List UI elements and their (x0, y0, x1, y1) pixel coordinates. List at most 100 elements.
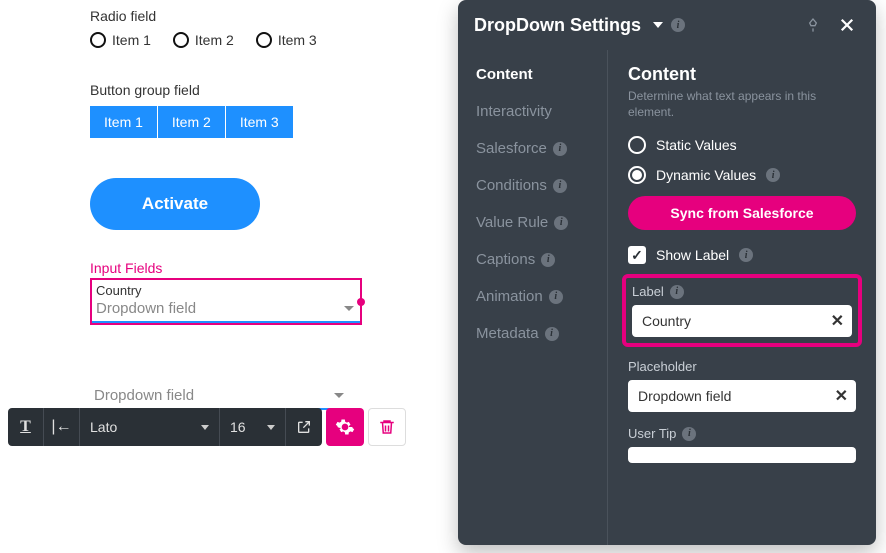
button-group: Item 1 Item 2 Item 3 (90, 106, 450, 138)
radio-circle-icon (173, 32, 189, 48)
canvas: Radio field Item 1 Item 2 Item 3 Button … (0, 0, 450, 410)
radio-circle-icon (256, 32, 272, 48)
tab-label: Value Rule (476, 214, 548, 231)
info-icon: i (541, 253, 555, 267)
editor-toolbar: T |← Lato 16 (8, 408, 406, 446)
show-label-checkbox-row[interactable]: ✓ Show Label i (628, 246, 856, 264)
text-mode-button[interactable]: T (8, 408, 44, 446)
tab-captions[interactable]: Captions i (476, 251, 607, 268)
info-icon[interactable]: i (739, 248, 753, 262)
info-icon: i (553, 142, 567, 156)
radio-checked-icon (628, 166, 646, 184)
radio-item-2[interactable]: Item 2 (173, 32, 234, 48)
activate-button[interactable]: Activate (90, 178, 260, 230)
pin-icon (805, 17, 821, 33)
placeholder-heading: Placeholder (628, 359, 856, 374)
button-group-block: Button group field Item 1 Item 2 Item 3 (90, 82, 450, 138)
dropdown-label: Country (92, 280, 360, 298)
tab-conditions[interactable]: Conditions i (476, 177, 607, 194)
gear-icon (335, 417, 355, 437)
input-fields-header: Input Fields (90, 260, 450, 276)
placeholder-input[interactable]: Dropdown field (628, 380, 856, 412)
sync-from-salesforce-button[interactable]: Sync from Salesforce (628, 196, 856, 230)
placeholder-heading-text: Placeholder (628, 359, 697, 374)
chevron-down-icon[interactable] (653, 22, 663, 28)
button-group-item-3[interactable]: Item 3 (226, 106, 293, 138)
dropdown-placeholder: Dropdown field (90, 385, 350, 410)
tab-metadata[interactable]: Metadata i (476, 325, 607, 342)
content-pane: Content Determine what text appears in t… (608, 50, 876, 545)
radio-item-label: Item 2 (195, 32, 234, 48)
font-size-value: 16 (230, 419, 246, 435)
dynamic-values-radio[interactable]: Dynamic Values i (628, 166, 856, 184)
settings-button[interactable] (326, 408, 364, 446)
close-icon (838, 16, 856, 34)
settings-panel: DropDown Settings i Content Interactivit… (458, 0, 876, 545)
info-icon: i (545, 327, 559, 341)
label-heading-text: Label (632, 284, 664, 299)
open-external-button[interactable] (286, 408, 322, 446)
pin-button[interactable] (800, 12, 826, 38)
radio-row: Item 1 Item 2 Item 3 (90, 32, 450, 48)
trash-icon (378, 418, 396, 436)
button-group-item-1[interactable]: Item 1 (90, 106, 157, 138)
info-icon: i (553, 179, 567, 193)
tab-label: Conditions (476, 177, 547, 194)
dropdown-placeholder: Dropdown field (92, 298, 360, 323)
clear-button[interactable]: ✕ (835, 386, 848, 406)
usertip-form-group: User Tip i (628, 426, 856, 463)
radio-label: Dynamic Values (656, 167, 756, 183)
font-family-select[interactable]: Lato (80, 408, 220, 446)
tab-label: Metadata (476, 325, 539, 342)
label-input[interactable]: Country (632, 305, 852, 337)
pane-description: Determine what text appears in this elem… (628, 89, 856, 120)
usertip-heading: User Tip i (628, 426, 856, 441)
label-form-group: Label i Country ✕ (622, 274, 862, 347)
tab-salesforce[interactable]: Salesforce i (476, 140, 607, 157)
tab-interactivity[interactable]: Interactivity (476, 103, 607, 120)
toolbar-dark-group: T |← Lato 16 (8, 408, 322, 446)
info-icon: i (554, 216, 568, 230)
radio-item-label: Item 3 (278, 32, 317, 48)
dropdown-field-2[interactable]: Dropdown field (90, 385, 350, 410)
info-icon[interactable]: i (671, 18, 685, 32)
radio-label: Static Values (656, 137, 737, 153)
button-group-item-2[interactable]: Item 2 (158, 106, 225, 138)
chevron-down-icon (201, 425, 209, 430)
dropdown-field-selected[interactable]: Country Dropdown field (90, 278, 362, 325)
radio-unchecked-icon (628, 136, 646, 154)
tab-label: Animation (476, 288, 543, 305)
static-values-radio[interactable]: Static Values (628, 136, 856, 154)
checkbox-checked-icon: ✓ (628, 246, 646, 264)
usertip-heading-text: User Tip (628, 426, 676, 441)
usertip-input[interactable] (628, 447, 856, 463)
open-external-icon (296, 419, 312, 435)
text-icon: T (20, 418, 31, 436)
tab-content[interactable]: Content (476, 66, 607, 83)
align-button[interactable]: |← (44, 408, 80, 446)
info-icon[interactable]: i (682, 427, 696, 441)
radio-item-3[interactable]: Item 3 (256, 32, 317, 48)
info-icon[interactable]: i (766, 168, 780, 182)
panel-title: DropDown Settings (474, 15, 641, 36)
info-icon[interactable]: i (670, 285, 684, 299)
tab-value-rule[interactable]: Value Rule i (476, 214, 607, 231)
delete-button[interactable] (368, 408, 406, 446)
tab-label: Captions (476, 251, 535, 268)
tab-label: Content (476, 66, 533, 83)
panel-header: DropDown Settings i (458, 0, 876, 50)
font-size-select[interactable]: 16 (220, 408, 286, 446)
font-family-value: Lato (90, 419, 117, 435)
close-button[interactable] (834, 12, 860, 38)
radio-item-label: Item 1 (112, 32, 151, 48)
radio-field-block: Radio field Item 1 Item 2 Item 3 (90, 8, 450, 48)
tab-animation[interactable]: Animation i (476, 288, 607, 305)
tab-label: Salesforce (476, 140, 547, 157)
clear-button[interactable]: ✕ (831, 311, 844, 331)
placeholder-form-group: Placeholder Dropdown field ✕ (628, 359, 856, 412)
settings-side-tabs: Content Interactivity Salesforce i Condi… (458, 50, 608, 545)
show-label-text: Show Label (656, 247, 729, 263)
radio-circle-icon (90, 32, 106, 48)
radio-item-1[interactable]: Item 1 (90, 32, 151, 48)
resize-handle-icon[interactable] (357, 298, 365, 306)
